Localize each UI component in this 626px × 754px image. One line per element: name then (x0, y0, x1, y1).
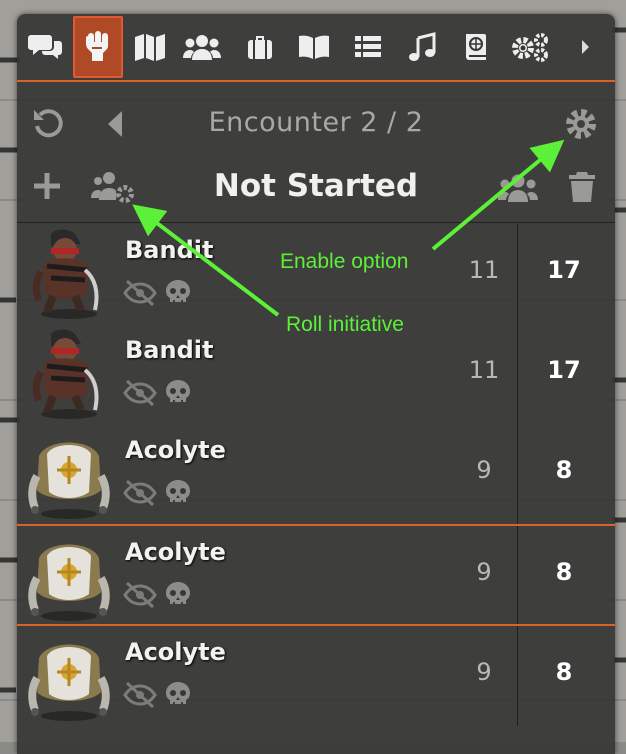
acolyte-token-image (28, 544, 110, 621)
chevron-right-icon (582, 40, 589, 54)
eye-slash-icon (123, 279, 157, 307)
skull-icon (166, 280, 190, 302)
initiative-modifier: 9 (476, 658, 492, 686)
combatant-name[interactable]: Bandit (125, 336, 213, 364)
eye-slash-icon (123, 479, 157, 507)
combatant-name[interactable]: Acolyte (125, 638, 226, 666)
map-icon (135, 34, 165, 61)
roll-initiative-annotation: Roll initiative (286, 313, 404, 336)
toggle-defeated-button[interactable] (163, 580, 193, 614)
acolyte-token-image (28, 442, 110, 519)
combatant-name[interactable]: Acolyte (125, 436, 226, 464)
column-divider (517, 626, 518, 726)
skull-icon (166, 480, 190, 502)
actors-icon (183, 35, 221, 60)
combatant-portrait (21, 528, 117, 624)
toggle-visibility-button[interactable] (123, 580, 157, 614)
toggle-visibility-button[interactable] (123, 278, 157, 312)
roll-all-button[interactable] (497, 172, 539, 208)
combatant-row[interactable]: Acolyte 9 8 (17, 624, 615, 726)
combatant-controls (123, 680, 193, 714)
tab-compendium[interactable] (451, 16, 501, 78)
combatant-name[interactable]: Bandit (125, 236, 213, 264)
tables-icon (355, 36, 381, 57)
tab-scroll-right[interactable] (565, 16, 605, 78)
combatant-hp: 17 (547, 256, 581, 284)
initiative-modifier: 9 (476, 456, 492, 484)
trash-icon (569, 172, 595, 202)
chat-icon (28, 35, 62, 59)
tab-settings[interactable] (505, 16, 555, 78)
eye-slash-icon (123, 581, 157, 609)
bandit-token-image (32, 329, 99, 419)
column-divider (517, 424, 518, 524)
combat-fist-icon (86, 31, 108, 61)
column-divider (517, 324, 518, 424)
sidebar-tabs (17, 14, 615, 82)
combatant-controls (123, 478, 193, 512)
eye-slash-icon (123, 681, 157, 709)
encounter-title: Encounter 2 / 2 (208, 107, 424, 138)
combatant-hp: 17 (547, 356, 581, 384)
combatant-row[interactable]: Bandit 11 17 (17, 324, 615, 424)
toggle-defeated-button[interactable] (163, 378, 193, 412)
tab-chat[interactable] (21, 16, 71, 78)
combatant-controls (123, 378, 193, 412)
items-icon (248, 36, 272, 59)
tab-items[interactable] (235, 16, 285, 78)
actors-icon (498, 174, 538, 202)
encounter-header: Encounter 2 / 2 Not Started (17, 82, 615, 223)
combatant-portrait (21, 326, 117, 422)
gear-icon (566, 109, 596, 139)
tab-scenes[interactable] (125, 16, 175, 78)
combatant-row[interactable]: Bandit 11 17 (17, 224, 615, 324)
tab-playlists[interactable] (397, 16, 447, 78)
eye-slash-icon (123, 379, 157, 407)
combatant-controls (123, 278, 193, 312)
column-divider (517, 224, 518, 324)
toggle-visibility-button[interactable] (123, 378, 157, 412)
toggle-visibility-button[interactable] (123, 680, 157, 714)
tab-actors[interactable] (177, 16, 227, 78)
toggle-defeated-button[interactable] (163, 278, 193, 312)
initiative-modifier: 11 (468, 356, 500, 384)
acolyte-token-image (28, 644, 110, 721)
encounter-settings-button[interactable] (563, 106, 599, 146)
settings-icon (512, 33, 548, 62)
column-divider (517, 526, 518, 626)
combat-tracker-panel: Encounter 2 / 2 Not Started Bandit 11 17… (17, 14, 615, 754)
initiative-modifier: 9 (476, 558, 492, 586)
compendium-icon (466, 34, 486, 60)
toggle-visibility-button[interactable] (123, 478, 157, 512)
skull-icon (166, 682, 190, 704)
tab-combat[interactable] (73, 16, 123, 78)
skull-icon (166, 582, 190, 604)
combatant-portrait (21, 426, 117, 522)
delete-encounter-button[interactable] (567, 170, 597, 208)
initiative-modifier: 11 (468, 256, 500, 284)
music-icon (409, 32, 436, 61)
skull-icon (166, 380, 190, 402)
combatant-hp: 8 (555, 558, 573, 586)
combatant-hp: 8 (555, 658, 573, 686)
combatant-controls (123, 580, 193, 614)
tab-tables[interactable] (343, 16, 393, 78)
combatant-portrait (21, 628, 117, 724)
combatant-row[interactable]: Acolyte 9 8 (17, 424, 615, 524)
tab-journal[interactable] (289, 16, 339, 78)
toggle-defeated-button[interactable] (163, 478, 193, 512)
combatant-portrait (21, 226, 117, 322)
journal-icon (299, 35, 329, 59)
combatant-hp: 8 (555, 456, 573, 484)
enable-option-annotation: Enable option (280, 250, 409, 273)
bandit-token-image (32, 229, 99, 319)
toggle-defeated-button[interactable] (163, 680, 193, 714)
combatant-name[interactable]: Acolyte (125, 538, 226, 566)
combatant-row[interactable]: Acolyte 9 8 (17, 524, 615, 626)
